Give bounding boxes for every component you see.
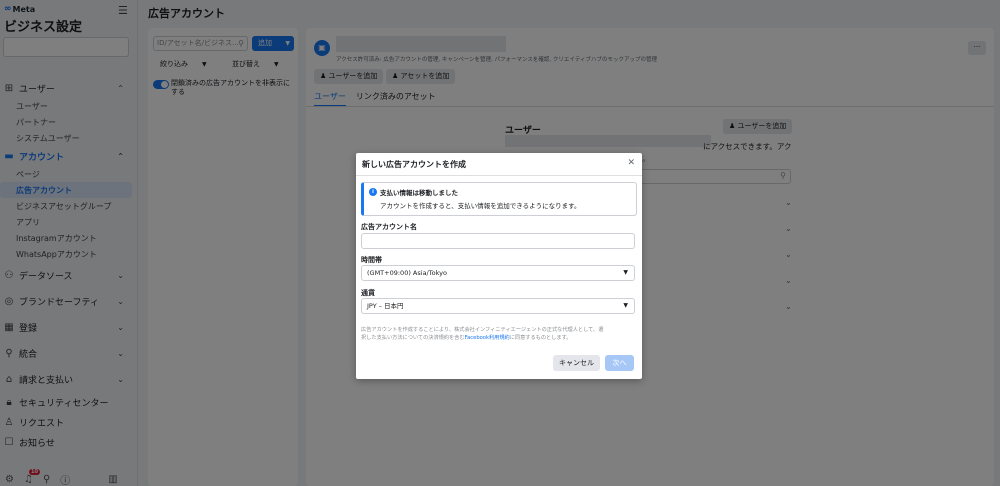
notice-title: 支払い情報は移動しました [380, 189, 458, 197]
facebook-terms-link[interactable]: Facebook利用規約 [465, 335, 510, 341]
close-icon[interactable]: ✕ [627, 158, 635, 168]
timezone-select[interactable]: (GMT+09:00) Asia/Tokyo ▼ [361, 265, 635, 281]
legal-notice: 広告アカウントを作成することにより、株式会社インフィニティエージェントの正式な代… [361, 327, 604, 341]
timezone-label: 時間帯 [361, 256, 382, 264]
caret-down-icon: ▼ [623, 269, 628, 276]
caret-down-icon: ▼ [623, 302, 628, 309]
next-button[interactable]: 次へ [605, 355, 634, 371]
notice-text: アカウントを作成すると、支払い情報を追加できるようになります。 [380, 202, 581, 210]
create-ad-account-modal: 新しい広告アカウントを作成 ✕ i 支払い情報は移動しました アカウントを作成す… [356, 153, 642, 379]
currency-select[interactable]: JPY – 日本円 ▼ [361, 298, 635, 314]
cancel-button[interactable]: キャンセル [553, 355, 600, 371]
modal-title: 新しい広告アカウントを作成 [362, 160, 466, 169]
payment-info-notice: i 支払い情報は移動しました アカウントを作成すると、支払い情報を追加できるよう… [361, 182, 637, 216]
ad-account-name-label: 広告アカウント名 [361, 223, 417, 231]
modal-divider [356, 175, 642, 176]
currency-label: 通貨 [361, 289, 375, 297]
ad-account-name-input[interactable] [361, 233, 635, 249]
info-icon: i [369, 188, 377, 196]
